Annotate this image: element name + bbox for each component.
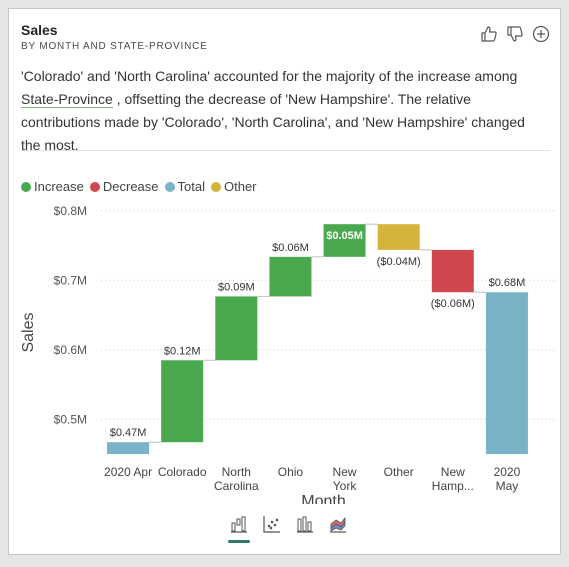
x-tick-label: Carolina [214, 479, 259, 493]
narrative-part-1: 'Colorado' and 'North Carolina' accounte… [21, 68, 518, 84]
data-label: $0.12M [164, 345, 201, 357]
x-tick-label: 2020 [494, 465, 521, 479]
x-tick-label: 2020 Apr [104, 465, 152, 479]
data-label: $0.06M [272, 242, 309, 254]
visual-subtitle: BY MONTH AND STATE-PROVINCE [21, 41, 208, 52]
legend-item-decrease[interactable]: Decrease [89, 179, 159, 194]
visual-actions [480, 25, 550, 43]
x-tick-label: Ohio [278, 465, 304, 479]
waterfall-bar[interactable] [215, 296, 258, 361]
y-tick-label: $0.5M [54, 412, 87, 426]
thumbs-down-icon[interactable] [506, 25, 524, 43]
data-label: ($0.06M) [431, 298, 475, 310]
x-tick-label: Colorado [158, 465, 207, 479]
y-axis-title: Sales [20, 312, 37, 352]
x-tick-label: Other [384, 465, 414, 479]
narrative-text: 'Colorado' and 'North Carolina' accounte… [21, 65, 546, 157]
x-tick-label: New [333, 465, 357, 479]
data-label: $0.09M [218, 281, 255, 293]
waterfall-chart-icon[interactable] [228, 514, 250, 543]
x-tick-label: Hamp... [432, 479, 474, 493]
scatter-chart-icon[interactable] [262, 514, 282, 534]
smart-narrative-card: Sales BY MONTH AND STATE-PROVINCE 'Color… [8, 8, 561, 555]
x-tick-label: May [496, 479, 519, 493]
data-label: $0.47M [110, 427, 147, 439]
waterfall-bar[interactable] [107, 442, 150, 454]
x-tick-label: North [222, 465, 251, 479]
legend-label: Total [177, 179, 205, 194]
legend-item-other[interactable]: Other [210, 179, 257, 194]
data-label: $0.68M [489, 277, 526, 289]
plus-circle-icon[interactable] [532, 25, 550, 43]
legend-dot [21, 181, 31, 192]
waterfall-bar[interactable] [161, 360, 204, 443]
legend-label: Increase [34, 179, 84, 194]
divider [21, 150, 550, 151]
narrative-link-state-province[interactable]: State-Province [21, 91, 113, 108]
waterfall-bar[interactable] [431, 249, 474, 293]
legend-label: Other [223, 179, 257, 194]
legend-item-total[interactable]: Total [164, 179, 205, 194]
x-tick-label: New [441, 465, 465, 479]
x-axis-title: Month [301, 493, 345, 504]
chart-legend: Increase Decrease Total Other [21, 179, 257, 194]
waterfall-bar[interactable] [269, 256, 312, 297]
y-tick-label: $0.6M [54, 343, 87, 357]
legend-dot [89, 181, 100, 192]
waterfall-bar[interactable] [485, 292, 528, 454]
legend-dot [210, 181, 221, 192]
x-tick-label: York [333, 479, 358, 493]
y-tick-label: $0.7M [54, 273, 87, 287]
data-label: $0.05M [326, 230, 363, 242]
data-label: ($0.04M) [377, 256, 421, 268]
y-tick-label: $0.8M [54, 204, 87, 218]
waterfall-bar[interactable] [377, 224, 420, 250]
visual-type-switcher [228, 514, 348, 543]
legend-dot [164, 181, 175, 192]
thumbs-up-icon[interactable] [480, 25, 498, 43]
legend-label: Decrease [102, 179, 159, 194]
ribbon-chart-icon[interactable] [328, 514, 348, 534]
waterfall-chart: $0.8M $0.7M $0.6M $0.5M Sales $0.47M 2020 Apr $… [20, 204, 554, 504]
bar-chart-icon[interactable] [295, 514, 315, 534]
visual-title: Sales [21, 22, 58, 38]
legend-item-increase[interactable]: Increase [21, 179, 84, 194]
